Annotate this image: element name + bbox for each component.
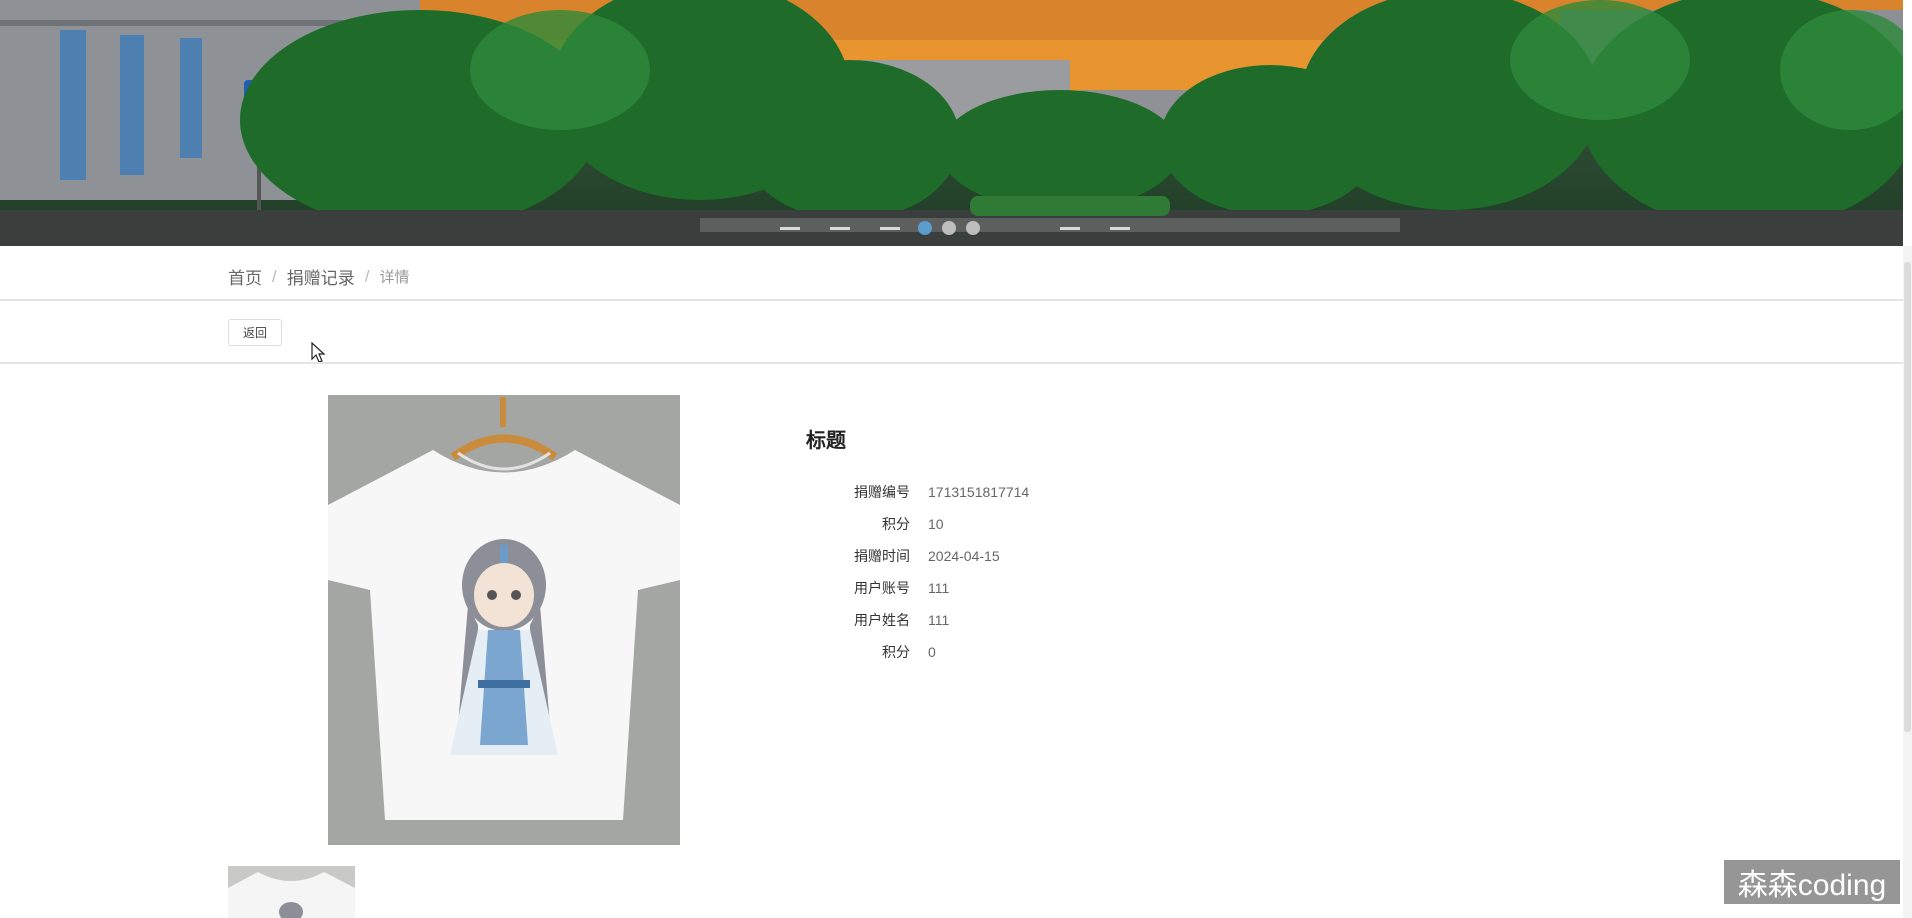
product-image	[328, 395, 680, 845]
breadcrumb-donation-records[interactable]: 捐赠记录	[287, 264, 355, 289]
detail-row-points: 积分 10	[806, 508, 1029, 540]
carousel-dot-2[interactable]	[942, 221, 956, 235]
breadcrumb: 首页 / 捐赠记录 / 详情	[228, 264, 409, 289]
field-label: 捐赠时间	[854, 548, 910, 564]
watermark: 森森coding	[1724, 860, 1900, 904]
divider	[0, 362, 1903, 364]
field-label: 捐赠编号	[854, 484, 910, 500]
detail-row-user-name: 用户姓名 111	[806, 604, 1029, 636]
field-label: 用户姓名	[854, 612, 910, 628]
detail-row-user-points: 积分 0	[806, 636, 1029, 668]
carousel-indicators	[918, 221, 980, 235]
breadcrumb-separator: /	[272, 266, 277, 286]
back-button[interactable]: 返回	[228, 319, 282, 346]
field-label: 用户账号	[854, 580, 910, 596]
breadcrumb-separator: /	[364, 266, 370, 286]
field-value: 1713151817714	[928, 484, 1030, 500]
mouse-cursor-icon	[311, 342, 325, 363]
breadcrumb-home[interactable]: 首页	[228, 264, 262, 289]
field-label: 积分	[882, 644, 910, 660]
product-thumbnail[interactable]	[228, 866, 355, 918]
field-value: 10	[928, 516, 944, 532]
carousel-dot-3[interactable]	[966, 221, 980, 235]
scrollbar-thumb[interactable]	[1904, 262, 1911, 732]
divider	[0, 299, 1903, 301]
field-value: 0	[928, 644, 936, 660]
detail-title: 标题	[806, 430, 846, 452]
carousel-dot-1[interactable]	[918, 221, 932, 235]
detail-row-user-account: 用户账号 111	[806, 572, 1029, 604]
field-value: 111	[928, 580, 950, 596]
campus-street-image: P	[0, 0, 1903, 246]
detail-fields: 捐赠编号 1713151817714 积分 10 捐赠时间 2024-04-15…	[806, 476, 1029, 668]
field-value: 2024-04-15	[928, 548, 1000, 564]
breadcrumb-current: 详情	[379, 269, 410, 286]
field-value: 111	[928, 612, 950, 628]
field-label: 积分	[882, 516, 910, 532]
detail-row-donation-time: 捐赠时间 2024-04-15	[806, 540, 1029, 572]
detail-row-donation-number: 捐赠编号 1713151817714	[806, 476, 1029, 508]
banner-carousel[interactable]: P	[0, 0, 1903, 246]
